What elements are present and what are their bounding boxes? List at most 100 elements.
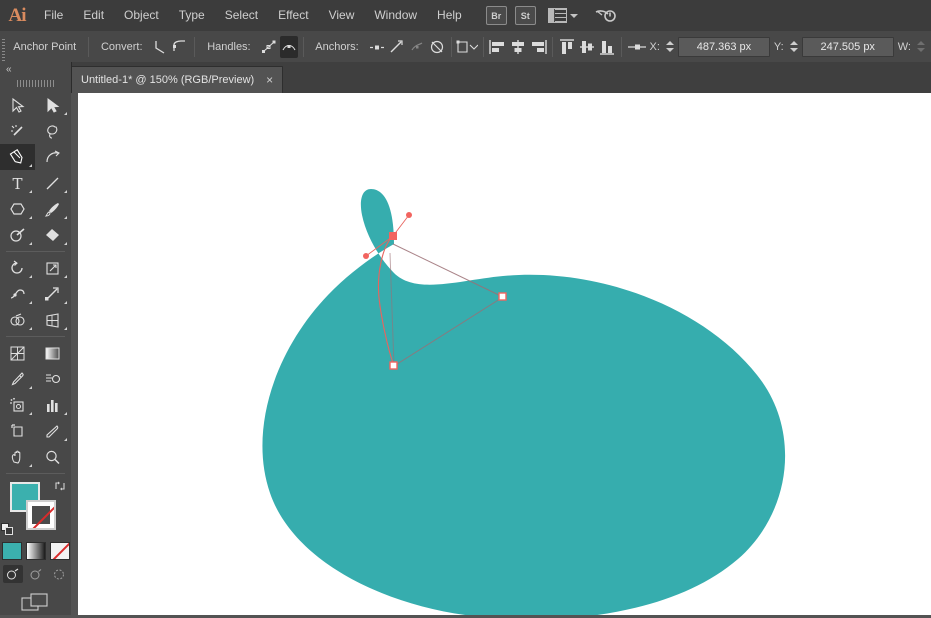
artboard-tool[interactable] (0, 418, 35, 444)
change-screen-mode-icon[interactable] (20, 593, 51, 618)
paintbrush-tool[interactable] (35, 196, 70, 222)
menu-item-window[interactable]: Window (364, 0, 427, 31)
align-top-icon[interactable] (558, 36, 576, 58)
eraser-tool[interactable] (35, 222, 70, 248)
magic-wand-tool[interactable] (0, 118, 35, 144)
connect-anchor-icon[interactable] (388, 36, 406, 58)
menu-item-effect[interactable]: Effect (268, 0, 318, 31)
isolate-selected-anchor-icon[interactable] (428, 36, 446, 58)
zoom-tool[interactable] (35, 444, 70, 470)
canvas-area[interactable] (71, 93, 931, 615)
menu-item-edit[interactable]: Edit (73, 0, 114, 31)
teal-blob-path[interactable] (262, 189, 786, 615)
x-coordinate-field[interactable]: X: 487.363 px (648, 36, 770, 57)
draw-inside-button[interactable] (49, 565, 69, 583)
y-input[interactable]: 247.505 px (801, 36, 894, 57)
default-fill-stroke-icon[interactable] (1, 523, 14, 536)
distribute-icon[interactable] (627, 36, 647, 58)
document-tab[interactable]: Untitled-1* @ 150% (RGB/Preview) × (71, 66, 284, 93)
gradient-button[interactable] (25, 542, 46, 560)
x-label: X: (649, 40, 660, 53)
search-icon[interactable] (594, 8, 616, 24)
none-button[interactable] (49, 542, 70, 560)
gradient-tool[interactable] (35, 340, 70, 366)
divider (6, 251, 65, 252)
width-field[interactable]: W: (896, 37, 929, 57)
width-tool[interactable] (0, 281, 35, 307)
scale-tool[interactable] (35, 255, 70, 281)
anchors-label: Anchors: (315, 40, 359, 53)
workspace-switcher-button[interactable] (547, 8, 578, 23)
hand-tool[interactable] (0, 444, 35, 470)
divider (483, 36, 485, 57)
free-transform-tool[interactable] (35, 281, 70, 307)
draw-normal-button[interactable] (2, 565, 23, 583)
tool-flyout-indicator (29, 412, 32, 415)
color-button[interactable] (1, 542, 22, 560)
tools-panel-grip[interactable] (0, 78, 71, 88)
rotate-tool[interactable] (0, 255, 35, 281)
show-handles-icon[interactable] (260, 36, 278, 58)
remove-anchor-icon[interactable] (368, 36, 386, 58)
menu-item-file[interactable]: File (34, 0, 73, 31)
pen-tool[interactable] (0, 144, 35, 170)
draw-behind-button[interactable] (26, 565, 46, 583)
menu-item-type[interactable]: Type (169, 0, 215, 31)
artwork-svg (262, 189, 786, 615)
symbol-sprayer-tool[interactable] (0, 392, 35, 418)
drawing-mode-buttons (0, 565, 71, 583)
align-vertical-center-icon[interactable] (578, 36, 596, 58)
swap-fill-stroke-icon[interactable] (54, 480, 66, 492)
tool-flyout-indicator (64, 327, 67, 330)
close-icon[interactable]: × (266, 74, 273, 86)
hide-handles-icon[interactable] (279, 35, 298, 58)
stock-button[interactable]: St (514, 6, 536, 25)
blend-tool[interactable] (35, 366, 70, 392)
divider (450, 36, 452, 57)
x-input[interactable]: 487.363 px (677, 36, 770, 57)
column-graph-tool[interactable] (35, 392, 70, 418)
align-bottom-icon[interactable] (598, 36, 616, 58)
align-left-icon[interactable] (489, 36, 507, 58)
transform-panel-icon[interactable] (456, 36, 479, 58)
convert-to-corner-icon[interactable] (152, 36, 170, 58)
menu-item-select[interactable]: Select (215, 0, 268, 31)
stroke-swatch[interactable] (26, 500, 56, 530)
artboard[interactable] (78, 93, 931, 615)
cut-path-at-anchor-icon[interactable] (408, 36, 426, 58)
convert-to-smooth-icon[interactable] (172, 36, 190, 58)
tool-flyout-indicator (64, 301, 67, 304)
tool-flyout-indicator (64, 112, 67, 115)
color-mode-buttons (0, 542, 71, 560)
curvature-tool[interactable] (35, 144, 70, 170)
lasso-tool[interactable] (35, 118, 70, 144)
divider (302, 36, 304, 57)
w-label: W: (897, 40, 911, 53)
eyedropper-tool[interactable] (0, 366, 35, 392)
rectangle-tool[interactable] (0, 196, 35, 222)
perspective-grid-tool[interactable] (35, 307, 70, 333)
mesh-tool[interactable] (0, 340, 35, 366)
y-stepper[interactable] (789, 37, 800, 57)
line-segment-tool[interactable] (35, 170, 70, 196)
menu-item-object[interactable]: Object (114, 0, 169, 31)
align-horizontal-center-icon[interactable] (509, 36, 527, 58)
shaper-tool[interactable] (0, 222, 35, 248)
tool-flyout-indicator (64, 412, 67, 415)
x-stepper[interactable] (665, 37, 676, 57)
tool-flyout-indicator (29, 327, 32, 330)
direct-selection-tool[interactable] (35, 92, 70, 118)
shape-builder-tool[interactable] (0, 307, 35, 333)
tool-flyout-indicator (64, 190, 67, 193)
y-coordinate-field[interactable]: Y: 247.505 px (772, 36, 894, 57)
collapse-panel-icon[interactable]: « (6, 64, 11, 75)
align-right-icon[interactable] (529, 36, 547, 58)
tool-flyout-indicator (29, 301, 32, 304)
type-tool[interactable]: T (0, 170, 35, 196)
selected-anchor-point (389, 232, 397, 240)
menu-item-help[interactable]: Help (427, 0, 472, 31)
slice-tool[interactable] (35, 418, 70, 444)
selection-tool[interactable] (0, 92, 35, 118)
menu-item-view[interactable]: View (319, 0, 365, 31)
bridge-button[interactable]: Br (485, 6, 507, 25)
